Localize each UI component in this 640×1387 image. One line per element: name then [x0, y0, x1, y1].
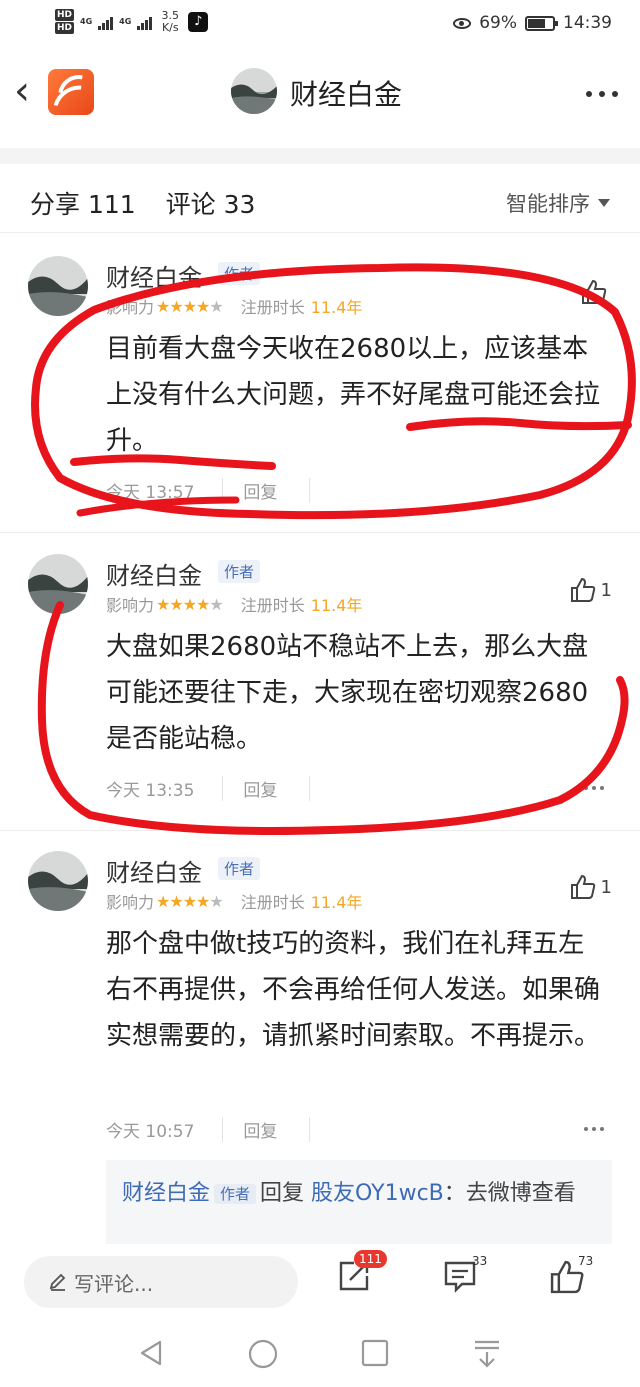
comment-button[interactable]: 33: [442, 1254, 487, 1298]
pencil-icon: [49, 1273, 66, 1291]
registration-label: 注册时长: [240, 893, 305, 912]
comment-meta: 影响力 ★★★★★ 注册时长 11.4年: [106, 592, 362, 616]
share-button[interactable]: 111: [336, 1250, 387, 1298]
battery-icon: [525, 15, 558, 31]
avatar[interactable]: [28, 851, 88, 911]
reply-button[interactable]: 回复: [222, 478, 311, 503]
caret-down-icon: [598, 199, 610, 207]
comment-time: 今天 13:35: [106, 781, 195, 801]
sub-reply-text: ：去微博查看: [443, 1181, 576, 1206]
system-navigation-bar: [0, 1324, 640, 1387]
comment-time: 今天 10:57: [106, 1122, 195, 1142]
write-comment-placeholder: 写评论...: [74, 1271, 154, 1296]
influence-label: 影响力: [106, 298, 155, 317]
comment-footer: 今天 10:57 回复: [106, 1117, 311, 1142]
home-circle-icon[interactable]: [247, 1338, 279, 1370]
clock: 14:39: [563, 13, 612, 33]
author-badge: 作者: [218, 857, 261, 880]
like-count: 1: [600, 579, 612, 601]
like-button[interactable]: [580, 278, 612, 306]
divider: [0, 232, 640, 233]
thumbs-up-icon: [582, 279, 607, 304]
registration-label: 注册时长: [240, 596, 305, 615]
influence-stars: ★★★★★: [156, 594, 224, 614]
comment-author[interactable]: 财经白金: [106, 556, 202, 591]
divider: [0, 532, 640, 533]
eye-comfort-icon: [453, 17, 472, 29]
network-speed: 3.5 K/s: [161, 8, 180, 34]
avatar[interactable]: [28, 256, 88, 316]
notification-pull-icon[interactable]: [472, 1338, 502, 1368]
registration-value: 11.4年: [310, 893, 363, 912]
chevron-left-icon[interactable]: ‹: [14, 71, 42, 113]
sub-reply[interactable]: 财经白金 作者 回复 股友OY1wcB：去微博查看: [106, 1160, 612, 1246]
reply-button[interactable]: 回复: [222, 776, 311, 801]
hd-indicator: HD: [55, 9, 75, 21]
section-divider: [0, 148, 640, 164]
share-count-tab[interactable]: 分享 111: [30, 190, 136, 219]
status-bar: HD HD 4G 4G 3.5 K/s ♪ 69% 14:39: [0, 0, 640, 50]
avatar[interactable]: [231, 68, 277, 114]
more-horizontal-icon[interactable]: [586, 91, 618, 97]
comment-author[interactable]: 财经白金: [106, 258, 202, 293]
author-badge: 作者: [218, 262, 261, 285]
influence-label: 影响力: [106, 893, 155, 912]
influence-stars: ★★★★★: [156, 296, 224, 316]
like-count-badge: 73: [578, 1254, 594, 1268]
counts-row: 分享 111 评论 33: [30, 185, 277, 221]
thumbs-up-icon: [570, 577, 595, 602]
author-badge: 作者: [214, 1184, 257, 1204]
comment-time: 今天 13:57: [106, 483, 195, 503]
sub-reply-author[interactable]: 财经白金: [122, 1181, 210, 1206]
comment-count-badge: 33: [472, 1254, 488, 1268]
signal-icon: [98, 14, 114, 30]
share-count-badge: 111: [354, 1250, 387, 1268]
like-count: 1: [600, 876, 612, 898]
comment-author[interactable]: 财经白金: [106, 853, 202, 888]
signal-icon: [137, 14, 153, 30]
back-triangle-icon[interactable]: [136, 1338, 166, 1368]
more-horizontal-icon[interactable]: [584, 786, 604, 790]
author-badge: 作者: [218, 560, 261, 583]
hd-indicator: HD: [55, 22, 75, 34]
network-type: 4G: [119, 17, 132, 26]
comment-text: 那个盘中做t技巧的资料，我们在礼拜五左右不再提供，不会再给任何人发送。如果确实想…: [106, 929, 601, 1051]
sub-reply-action: 回复: [260, 1181, 305, 1206]
comment-text: 目前看大盘今天收在2680以上，应该基本上没有什么大问题，弄不好尾盘可能还会拉升…: [106, 334, 601, 456]
comment-meta: 影响力 ★★★★★ 注册时长 11.4年: [106, 889, 362, 913]
write-comment-input[interactable]: 写评论...: [24, 1256, 298, 1308]
divider: [0, 830, 640, 831]
more-horizontal-icon[interactable]: [584, 1127, 604, 1131]
reply-button[interactable]: 回复: [222, 1117, 311, 1142]
registration-value: 11.4年: [310, 298, 363, 317]
app-logo[interactable]: [48, 69, 94, 115]
bottom-action-bar: 写评论... 111 33 73: [0, 1244, 640, 1324]
influence-label: 影响力: [106, 596, 155, 615]
recents-square-icon[interactable]: [360, 1338, 390, 1368]
like-button[interactable]: 1: [569, 873, 612, 901]
comment-text: 大盘如果2680站不稳站不上去，那么大盘可能还要往下走，大家现在密切观察2680…: [106, 632, 589, 754]
thumbs-up-icon: [570, 874, 595, 899]
comment-footer: 今天 13:35 回复: [106, 776, 311, 801]
comment-meta: 影响力 ★★★★★ 注册时长 11.4年: [106, 294, 362, 318]
network-type: 4G: [80, 17, 93, 26]
sort-dropdown[interactable]: 智能排序: [506, 188, 610, 218]
like-button[interactable]: 1: [569, 576, 612, 604]
comment-count-tab[interactable]: 评论 33: [166, 190, 256, 219]
sort-label: 智能排序: [506, 192, 590, 216]
like-post-button[interactable]: 73: [548, 1254, 593, 1300]
page-title: 财经白金: [290, 78, 403, 111]
nav-bar: ‹ 财经白金: [0, 55, 640, 135]
avatar[interactable]: [28, 554, 88, 614]
influence-stars: ★★★★★: [156, 891, 224, 911]
registration-label: 注册时长: [240, 298, 305, 317]
tiktok-icon: ♪: [188, 11, 209, 32]
battery-percent: 69%: [479, 13, 517, 33]
sub-reply-target[interactable]: 股友OY1wcB: [311, 1181, 444, 1206]
registration-value: 11.4年: [310, 596, 363, 615]
comment-footer: 今天 13:57 回复: [106, 478, 311, 503]
